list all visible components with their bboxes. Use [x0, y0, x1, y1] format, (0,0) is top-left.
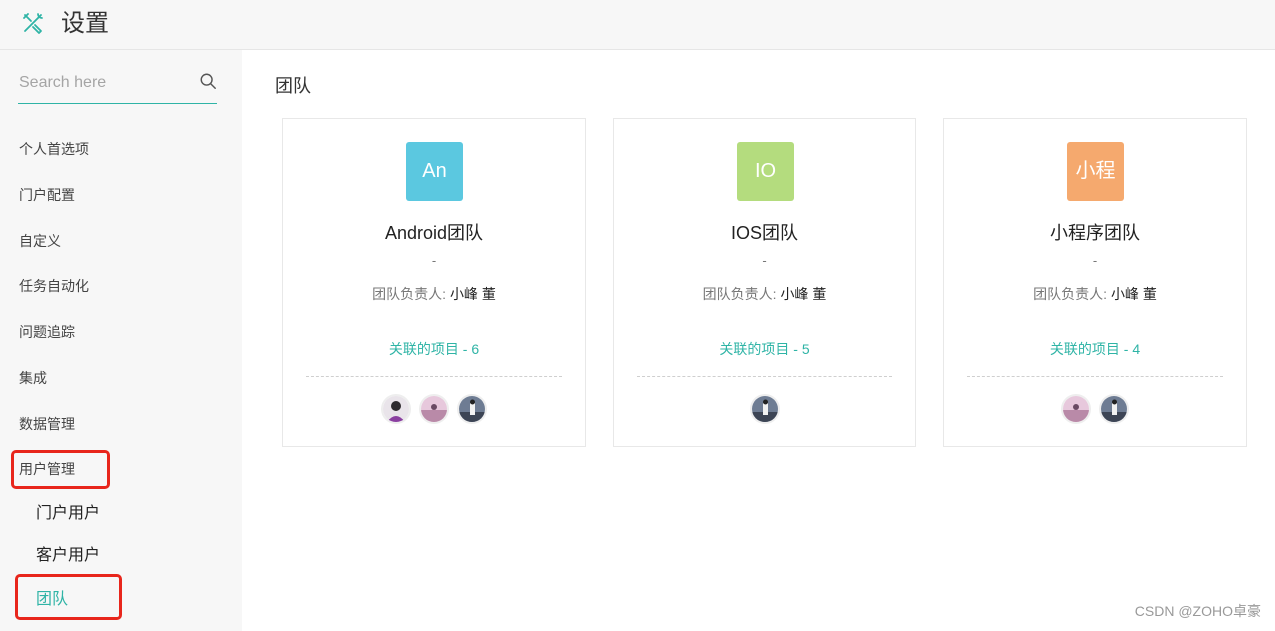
top-bar: 设置: [0, 0, 1275, 50]
owner-label: 团队负责人:: [1033, 286, 1108, 302]
team-badge: 小程: [1067, 142, 1124, 201]
avatar[interactable]: [419, 394, 449, 424]
sidebar-item-task-automation[interactable]: 任务自动化: [19, 276, 89, 296]
associated-projects-link[interactable]: 关联的项目 - 4: [944, 339, 1246, 359]
team-name[interactable]: Android团队: [283, 219, 585, 245]
owner-label: 团队负责人:: [372, 286, 447, 302]
avatar[interactable]: [1099, 394, 1129, 424]
sidebar-item-portal-config[interactable]: 门户配置: [19, 185, 75, 205]
divider: [967, 376, 1223, 377]
sidebar-item-preferences[interactable]: 个人首选项: [19, 139, 89, 159]
sidebar-subitem-portal-users[interactable]: 门户用户: [36, 503, 100, 525]
highlight-box-user-management: [11, 450, 110, 489]
team-card[interactable]: 小程 小程序团队 - 团队负责人: 小峰 董 关联的项目 - 4: [943, 118, 1247, 447]
team-owner: 团队负责人: 小峰 董: [283, 284, 585, 304]
search-box: [18, 68, 217, 104]
team-card[interactable]: IO IOS团队 - 团队负责人: 小峰 董 关联的项目 - 5: [613, 118, 916, 447]
owner-label: 团队负责人:: [702, 286, 777, 302]
team-description: -: [762, 253, 767, 268]
team-owner: 团队负责人: 小峰 董: [614, 284, 915, 304]
avatar[interactable]: [1061, 394, 1091, 424]
team-name[interactable]: IOS团队: [614, 219, 915, 245]
divider: [637, 376, 892, 377]
search-icon[interactable]: [199, 72, 217, 90]
team-badge: IO: [737, 142, 794, 201]
team-card[interactable]: An Android团队 - 团队负责人: 小峰 董 关联的项目 - 6: [282, 118, 586, 447]
sidebar: 个人首选项 门户配置 自定义 任务自动化 问题追踪 集成 数据管理 用户管理 门…: [0, 50, 242, 631]
sidebar-subitem-client-users[interactable]: 客户用户: [36, 545, 100, 567]
avatar[interactable]: [749, 394, 780, 424]
search-input[interactable]: [19, 72, 189, 94]
associated-projects-link[interactable]: 关联的项目 - 5: [614, 339, 915, 359]
member-avatars: [614, 394, 915, 424]
owner-name: 小峰 董: [780, 286, 827, 302]
watermark: CSDN @ZOHO卓豪: [1134, 603, 1261, 619]
team-description: -: [1092, 253, 1098, 268]
member-avatars: [944, 394, 1246, 424]
team-owner: 团队负责人: 小峰 董: [944, 284, 1246, 304]
member-avatars: [283, 394, 585, 424]
sidebar-item-integrations[interactable]: 集成: [19, 368, 47, 388]
sidebar-item-issue-tracking[interactable]: 问题追踪: [19, 322, 75, 342]
tools-icon: [23, 13, 43, 34]
owner-name: 小峰 董: [1110, 286, 1157, 302]
section-title: 团队: [275, 76, 311, 96]
main-content: 团队 An Android团队 - 团队负责人: 小峰 董 关联的项目 - 6 …: [242, 50, 1275, 631]
team-name[interactable]: 小程序团队: [944, 219, 1246, 245]
avatar[interactable]: [381, 394, 411, 424]
team-description: -: [431, 253, 437, 268]
owner-name: 小峰 董: [449, 286, 496, 302]
sidebar-item-customization[interactable]: 自定义: [19, 231, 61, 251]
team-badge: An: [406, 142, 463, 201]
associated-projects-link[interactable]: 关联的项目 - 6: [283, 339, 585, 359]
sidebar-item-data-management[interactable]: 数据管理: [19, 414, 75, 434]
divider: [306, 376, 562, 377]
avatar[interactable]: [457, 394, 487, 424]
highlight-box-teams: [15, 574, 122, 620]
page-title: 设置: [61, 10, 109, 37]
